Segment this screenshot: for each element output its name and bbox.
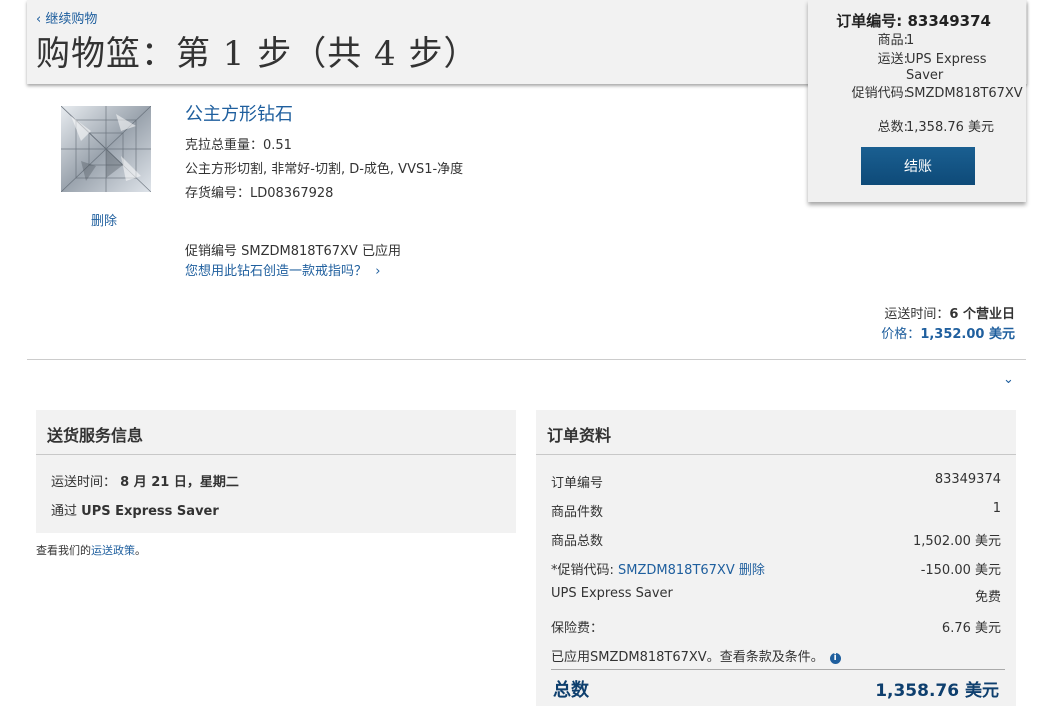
delivery-time: 运送时间： 8 月 21 日，星期二 xyxy=(51,475,239,490)
divider xyxy=(551,669,1005,670)
product-stock-number: 存货编号：LD08367928 xyxy=(185,186,334,201)
product-price: 价格：1,352.00 美元 xyxy=(881,327,1015,342)
remove-item-link[interactable]: 删除 xyxy=(91,210,117,229)
promo-applied-text: 促销编号 SMZDM818T67XV 已应用 xyxy=(185,244,401,259)
product-carat: 克拉总重量：0.51 xyxy=(185,138,292,153)
delivery-info-box: 送货服务信息 运送时间： 8 月 21 日，星期二 通过 UPS Express… xyxy=(36,410,516,533)
chevron-right-icon: › xyxy=(371,264,381,279)
order-total-label: 总数 xyxy=(553,680,589,701)
product-ship-time: 运送时间：6 个营业日 xyxy=(884,307,1015,322)
shipping-policy-note: 查看我们的运送政策。 xyxy=(36,544,146,557)
delivery-carrier: 通过 UPS Express Saver xyxy=(51,504,219,519)
shipping-policy-link[interactable]: 运送政策 xyxy=(91,544,135,557)
continue-shopping-link[interactable]: ‹ 继续购物 xyxy=(36,8,97,27)
delivery-title: 送货服务信息 xyxy=(47,426,144,445)
order-total-value: 1,358.76 美元 xyxy=(875,681,999,701)
diamond-image xyxy=(61,106,151,192)
chevron-left-icon: ‹ xyxy=(36,12,46,27)
order-summary-panel: 订单编号: 83349374 商品: 1 运送: UPS Express Saver… xyxy=(808,0,1026,202)
page-title: 购物篮：第 1 步（共 4 步） xyxy=(36,34,479,74)
checkout-button[interactable]: 结账 xyxy=(861,147,975,185)
divider xyxy=(36,454,516,455)
order-info-title: 订单资料 xyxy=(547,426,612,445)
product-description: 公主方形切割, 非常好-切割, D-成色, VVS1-净度 xyxy=(185,162,464,177)
info-icon[interactable]: i xyxy=(829,653,841,664)
divider xyxy=(27,359,1026,360)
remove-promo-link[interactable]: 删除 xyxy=(739,563,765,578)
divider xyxy=(536,454,1016,455)
summary-order-number: 订单编号: 83349374 xyxy=(836,12,991,30)
promo-code-link[interactable]: SMZDM818T67XV xyxy=(618,563,735,578)
product-name-link[interactable]: 公主方形钻石 xyxy=(185,100,293,126)
chevron-down-icon[interactable]: ⌄ xyxy=(1003,372,1014,387)
create-ring-link[interactable]: 您想用此钻石创造一款戒指吗？ › xyxy=(185,260,381,279)
order-info-box: 订单资料 订单编号 83349374 商品件数 1 商品总数 1,502.00 美元 … xyxy=(536,410,1016,706)
